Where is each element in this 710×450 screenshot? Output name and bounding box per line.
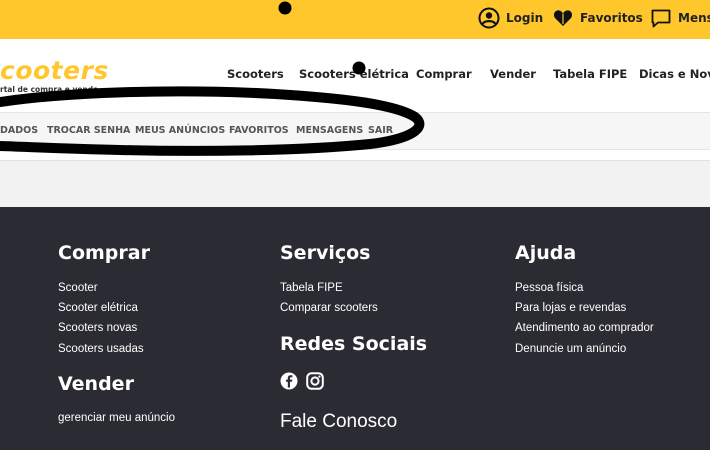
footer-link-scooter[interactable]: Scooter: [58, 282, 98, 294]
footer-comprar-title: Comprar: [58, 242, 150, 264]
footer-link-scooter-eletrica[interactable]: Scooter elétrica: [58, 302, 138, 314]
footer-link-atendimento[interactable]: Atendimento ao comprador: [515, 322, 654, 334]
favoritos-link[interactable]: Favoritos: [552, 6, 643, 30]
footer-link-scooters-usadas[interactable]: Scooters usadas: [58, 343, 144, 355]
footer-link-denuncie[interactable]: Denuncie um anúncio: [515, 343, 626, 355]
subnav-sair[interactable]: SAIR: [368, 125, 393, 136]
footer-link-scooters-novas[interactable]: Scooters novas: [58, 322, 137, 334]
user-icon: [478, 7, 500, 29]
login-label: Login: [506, 11, 544, 25]
login-link[interactable]: Login: [478, 6, 543, 30]
footer-ajuda-title: Ajuda: [515, 242, 577, 264]
fale-conosco-link[interactable]: Fale Conosco: [280, 411, 397, 433]
footer-link-tabela-fipe[interactable]: Tabela FIPE: [280, 282, 343, 294]
mensagens-label: Mens: [678, 11, 710, 25]
heart-icon: [552, 7, 574, 29]
subnav-favoritos[interactable]: FAVORITOS: [229, 125, 289, 136]
footer-redes-sociais-title: Redes Sociais: [280, 333, 428, 355]
message-icon: [650, 7, 672, 29]
subnav-dados[interactable]: DADOS: [0, 125, 38, 136]
footer-link-comparar-scooters[interactable]: Comparar scooters: [280, 302, 378, 314]
nav-comprar[interactable]: Comprar: [416, 67, 472, 81]
mensagens-link[interactable]: Mens: [650, 6, 710, 30]
footer-link-lojas-revendas[interactable]: Para lojas e revendas: [515, 302, 626, 314]
footer-link-gerenciar-anuncio[interactable]: gerenciar meu anúncio: [58, 412, 175, 424]
instagram-icon[interactable]: [306, 372, 324, 390]
top-bar: Login Favoritos Mens: [0, 0, 710, 39]
content-area: [0, 160, 710, 208]
favoritos-label: Favoritos: [580, 11, 643, 25]
nav-dicas-e-novidades[interactable]: Dicas e Novi: [639, 67, 710, 81]
logo-tagline: rtal de compra e venda: [0, 85, 99, 94]
footer-servicos-title: Serviços: [280, 242, 371, 264]
site-logo[interactable]: cooters: [0, 58, 109, 83]
nav-scooters[interactable]: Scooters: [227, 67, 284, 81]
account-subnav: DADOS TROCAR SENHA MEUS ANÚNCIOS FAVORIT…: [0, 112, 710, 150]
subnav-trocar-senha[interactable]: TROCAR SENHA: [47, 125, 130, 136]
footer-link-pessoa-fisica[interactable]: Pessoa física: [515, 282, 583, 294]
footer-vender-title: Vender: [58, 373, 134, 395]
subnav-meus-anuncios[interactable]: MEUS ANÚNCIOS: [135, 125, 225, 136]
nav-scooters-eletrica[interactable]: Scooters elétrica: [299, 67, 409, 81]
nav-tabela-fipe[interactable]: Tabela FIPE: [553, 67, 627, 81]
nav-vender[interactable]: Vender: [490, 67, 536, 81]
subnav-mensagens[interactable]: MENSAGENS: [296, 125, 363, 136]
facebook-icon[interactable]: [280, 372, 298, 390]
